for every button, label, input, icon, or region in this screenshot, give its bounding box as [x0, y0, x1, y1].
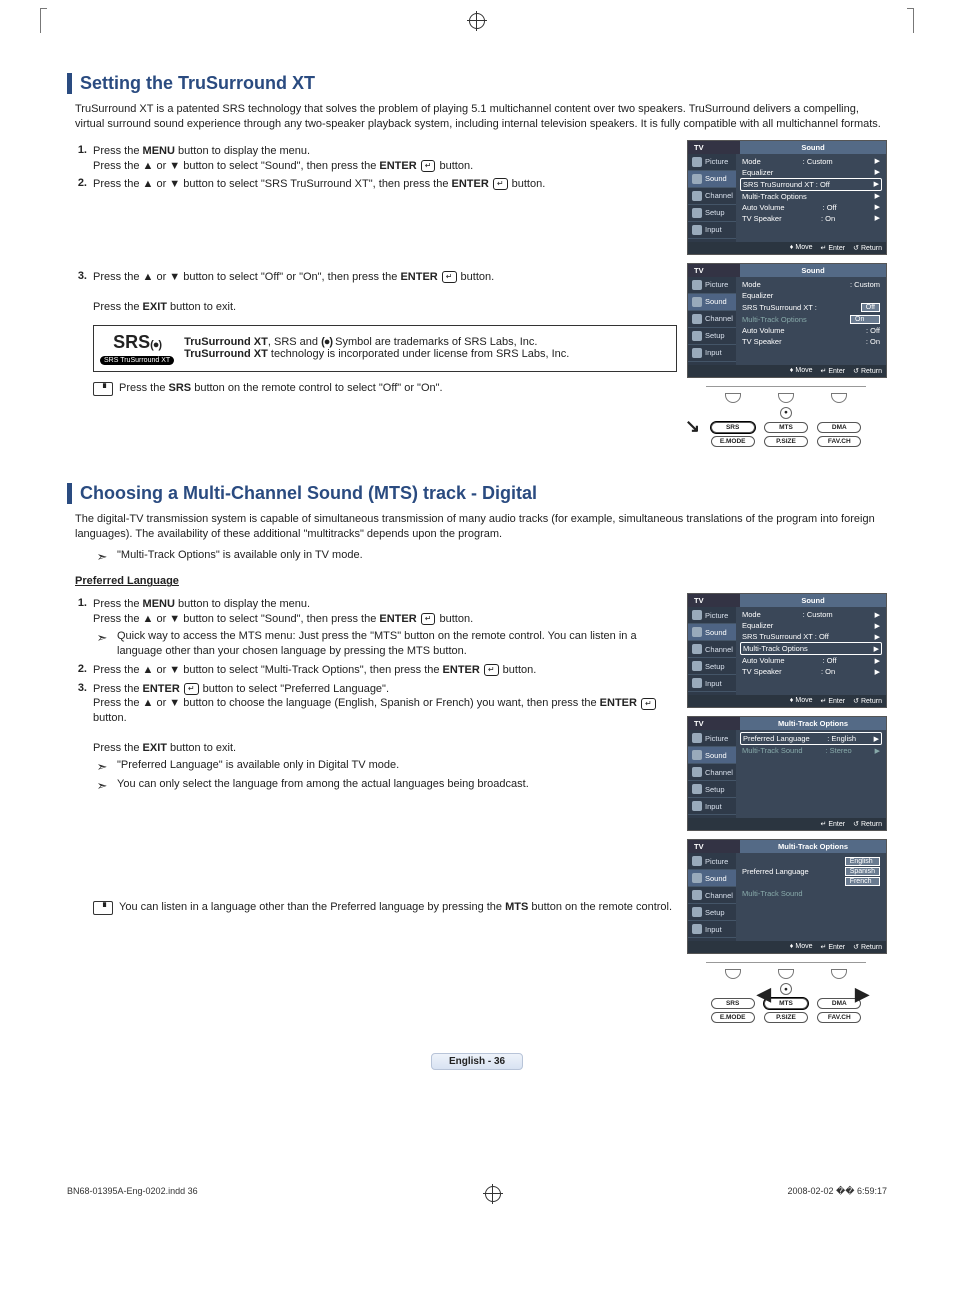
section2-note: "Multi-Track Options" is available only …	[93, 549, 887, 565]
plane-icon	[93, 629, 111, 647]
step-number: 1.	[67, 144, 87, 174]
remote-tip: Press the SRS button on the remote contr…	[93, 382, 677, 396]
osd-srs-options: TVSound Picture Sound Channel Setup Inpu…	[687, 263, 887, 378]
srs-dot-icon	[150, 339, 161, 351]
step-number: 1.	[67, 597, 87, 658]
crop-target-icon	[485, 1186, 501, 1202]
preferred-language-header: Preferred Language	[75, 575, 887, 587]
step-number: 2.	[67, 177, 87, 192]
print-footer: BN68-01395A-Eng-0202.indd 36 2008-02-02 …	[67, 1186, 887, 1202]
remote-tip: You can listen in a language other than …	[93, 901, 677, 915]
step-text: Press the ▲ or ▼ button to select "Off" …	[93, 270, 677, 315]
plane-icon	[93, 549, 111, 565]
step-text: Press the MENU button to display the men…	[93, 144, 677, 174]
enter-icon	[184, 683, 199, 695]
step-text: Press the MENU button to display the men…	[93, 597, 677, 658]
step-number: 2.	[67, 663, 87, 678]
section2-title: Choosing a Multi-Channel Sound (MTS) tra…	[67, 483, 887, 504]
section1-intro: TruSurround XT is a patented SRS technol…	[75, 102, 887, 132]
remote-control-icon	[93, 382, 113, 396]
step-text: Press the ▲ or ▼ button to select "SRS T…	[93, 177, 677, 192]
page-number-badge: English - 36	[431, 1053, 523, 1070]
srs-dot-icon	[321, 336, 332, 348]
step-text: Press the ▲ or ▼ button to select "Multi…	[93, 663, 677, 678]
remote-control-icon	[93, 901, 113, 915]
remote-illustration: ◀ ▶ ● SRS MTS DMA E.MODE P.SIZE FAV.CH	[687, 962, 885, 1023]
plane-icon	[93, 758, 111, 776]
enter-icon	[484, 664, 499, 676]
enter-icon	[493, 178, 508, 190]
osd-sound-menu: TVSound Picture Sound Channel Setup Inpu…	[687, 140, 887, 255]
section1-title: Setting the TruSurround XT	[67, 73, 887, 94]
step-text: Press the ENTER button to select "Prefer…	[93, 682, 677, 795]
remote-illustration: ↘ ● SRS MTS DMA E.MODE P.SIZE FAV.CH	[687, 386, 885, 447]
osd-language-options: TVMulti-Track Options Picture Sound Chan…	[687, 839, 887, 954]
enter-icon	[641, 698, 656, 710]
step-number: 3.	[67, 270, 87, 315]
osd-sound-menu-mto: TVSound Picture Sound Channel Setup Inpu…	[687, 593, 887, 708]
section2-intro: The digital-TV transmission system is ca…	[75, 512, 887, 542]
enter-icon	[442, 271, 457, 283]
osd-mto-menu: TVMulti-Track Options Picture Sound Chan…	[687, 716, 887, 831]
enter-icon	[421, 613, 436, 625]
enter-icon	[421, 160, 436, 172]
srs-trademark-box: SRS SRS TruSurround XT TruSurround XT, S…	[93, 325, 677, 372]
step-number: 3.	[67, 682, 87, 795]
plane-icon	[93, 777, 111, 795]
crop-target-icon	[469, 13, 485, 29]
